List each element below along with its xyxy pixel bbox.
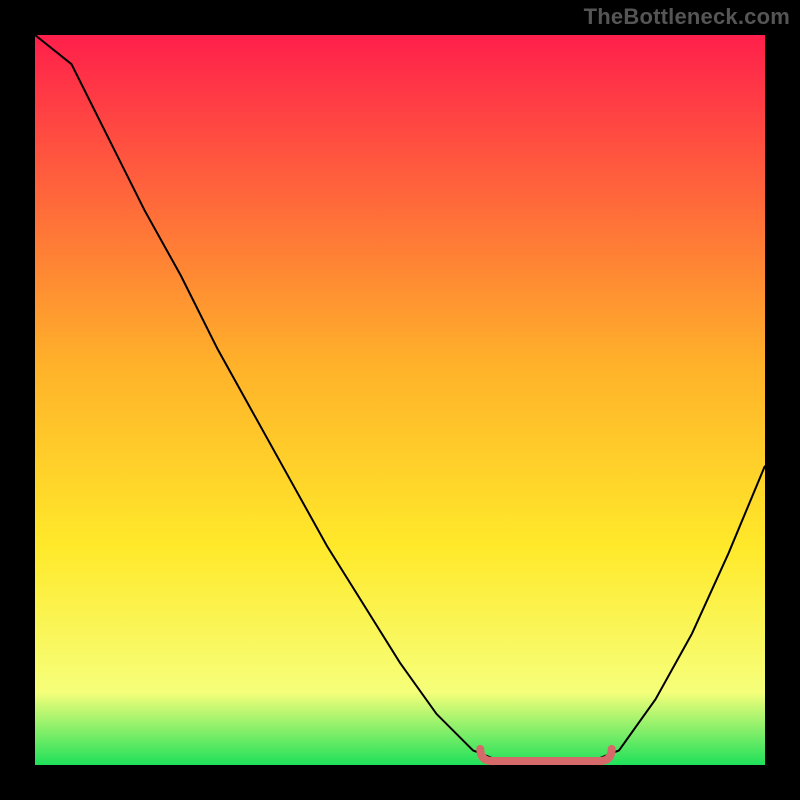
bottleneck-chart <box>35 35 765 765</box>
chart-frame: TheBottleneck.com <box>0 0 800 800</box>
plot-area <box>35 35 765 765</box>
attribution-label: TheBottleneck.com <box>584 4 790 30</box>
gradient-background <box>35 35 765 765</box>
